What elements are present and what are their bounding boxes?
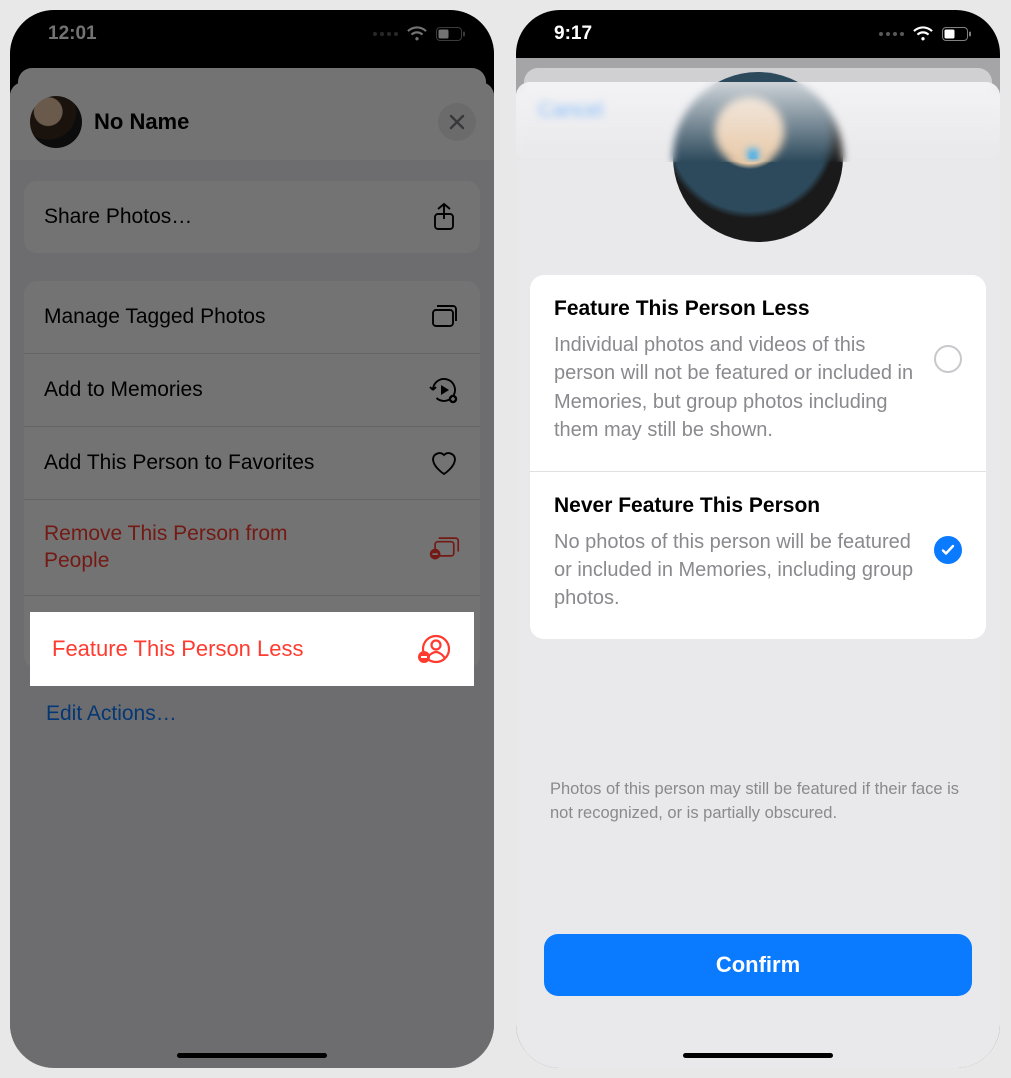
radio-unselected[interactable] [934,345,962,373]
person-name: No Name [94,109,189,135]
battery-icon [436,27,466,41]
battery-icon [942,27,972,41]
menu-group-main: Manage Tagged Photos Add to Memories Add… [24,281,480,668]
option-description: Individual photos and videos of this per… [554,331,916,445]
menu-label: Add This Person to Favorites [44,449,314,476]
options-card: Feature This Person Less Individual phot… [530,275,986,639]
wifi-icon [912,26,934,42]
menu-item-share-photos[interactable]: Share Photos… [24,181,480,253]
menu-label: Add to Memories [44,376,203,403]
status-bar: 9:17 [516,10,1000,58]
recording-indicator-icon [373,32,398,36]
menu-item-manage-tagged[interactable]: Manage Tagged Photos [24,281,480,353]
menu-label: Share Photos… [44,203,192,230]
memories-icon [428,374,460,406]
option-title: Feature This Person Less [554,297,916,321]
action-sheet: No Name Share Photos… [10,82,494,1068]
checkmark-icon [940,542,956,558]
phone-left: 12:01 No Name Share [10,10,494,1068]
stack-icon [428,301,460,333]
person-less-icon [416,633,452,665]
option-title: Never Feature This Person [554,494,916,518]
status-time: 9:17 [554,23,592,45]
status-icons [373,26,466,42]
menu-item-add-favorites[interactable]: Add This Person to Favorites [24,426,480,499]
status-bar: 12:01 [10,10,494,58]
heart-icon [428,447,460,479]
menu-group-share: Share Photos… [24,181,480,253]
highlight-label: Feature This Person Less [52,636,304,662]
highlighted-feature-less[interactable]: Feature This Person Less [30,612,474,686]
footnote-text: Photos of this person may still be featu… [550,778,966,826]
edit-actions-link[interactable]: Edit Actions… [24,696,480,726]
status-time: 12:01 [48,23,97,45]
option-never-feature[interactable]: Never Feature This Person No photos of t… [530,471,986,639]
sheet-header: No Name [10,82,494,161]
menu-item-remove-person[interactable]: Remove This Person from People [24,499,480,595]
menu-item-add-memories[interactable]: Add to Memories [24,353,480,426]
recording-indicator-icon [879,32,904,36]
home-indicator[interactable] [683,1053,833,1058]
remove-stack-icon [428,531,460,563]
edit-actions-label: Edit Actions… [46,702,177,725]
radio-selected[interactable] [934,536,962,564]
close-icon [448,113,466,131]
phone-right: 9:17 Cancel Feature This Person Less Ind… [516,10,1000,1068]
header-blur [516,82,1000,162]
status-icons [879,26,972,42]
person-avatar [30,96,82,148]
confirm-button[interactable]: Confirm [544,934,972,996]
confirm-label: Confirm [716,952,800,978]
close-button[interactable] [438,103,476,141]
menu-label: Remove This Person from People [44,520,344,575]
option-feature-less[interactable]: Feature This Person Less Individual phot… [530,275,986,471]
home-indicator[interactable] [177,1053,327,1058]
menu-label: Manage Tagged Photos [44,303,265,330]
wifi-icon [406,26,428,42]
option-description: No photos of this person will be feature… [554,528,916,613]
share-icon [428,201,460,233]
